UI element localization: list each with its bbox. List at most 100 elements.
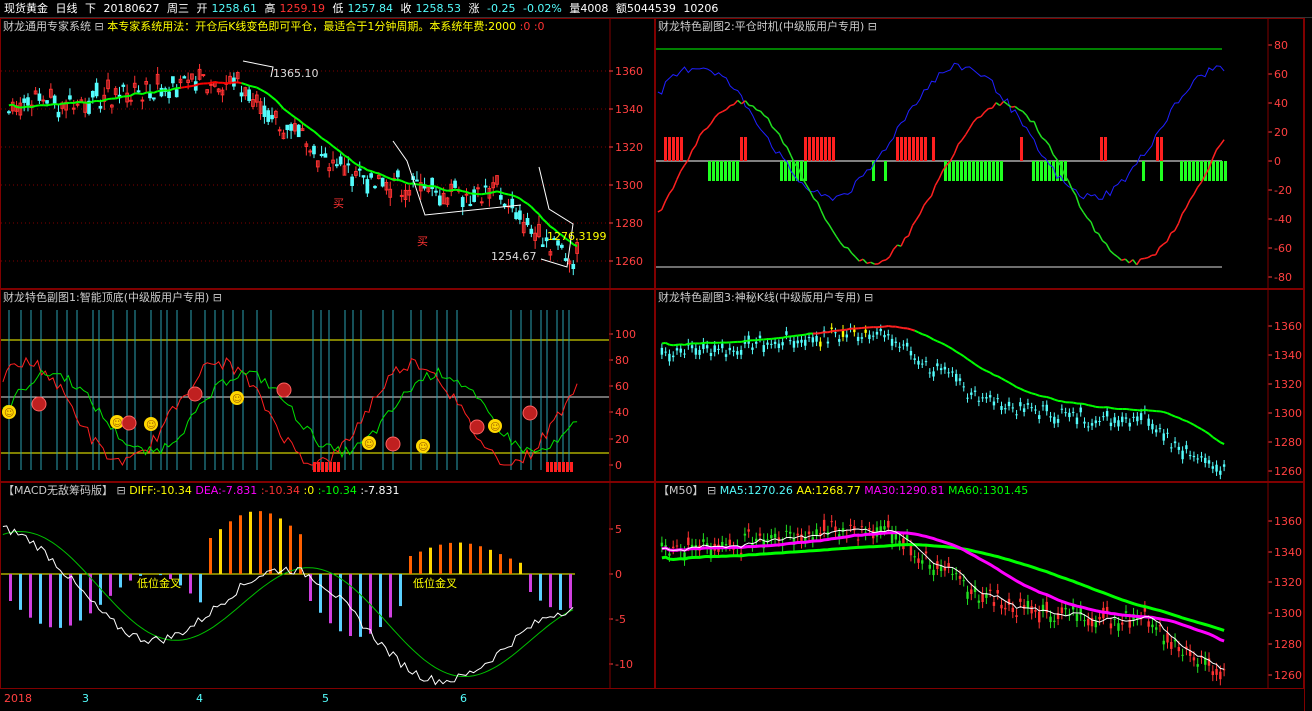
sub2-green-bar bbox=[732, 161, 735, 181]
sub2-signal-line bbox=[718, 110, 723, 115]
sub2-red-bar bbox=[824, 137, 827, 161]
sub3-candle bbox=[1000, 406, 1003, 410]
ma-ytick-1: 1340 bbox=[1274, 546, 1302, 559]
sub2-red-bar bbox=[820, 137, 823, 161]
low-price-annotation: 1254.67 bbox=[491, 250, 537, 263]
sub2-signal-line bbox=[1136, 258, 1142, 266]
sub3-candle bbox=[913, 358, 916, 360]
sub3-candle bbox=[992, 401, 996, 406]
sub3-trend-line bbox=[1091, 404, 1097, 408]
sub-chart-3-panel[interactable]: 财龙特色副图3:神秘K线(中级版用户专用) ⊟ 1360 1340 1320 1300… bbox=[655, 289, 1304, 482]
period-label[interactable]: 日线 bbox=[56, 2, 78, 15]
main-trend-line bbox=[370, 170, 376, 174]
time-axis-label: 3 bbox=[82, 692, 89, 705]
sub3-candle bbox=[1121, 416, 1124, 423]
ma-candle bbox=[966, 591, 969, 599]
sub3-candle bbox=[981, 397, 984, 399]
sub3-trend-line bbox=[1125, 407, 1130, 411]
main-candle bbox=[182, 76, 187, 79]
sub2-red-bar bbox=[916, 137, 919, 161]
sub3-candle bbox=[1053, 416, 1056, 424]
main-trend-line bbox=[92, 99, 97, 103]
sub2-signal-line bbox=[930, 185, 937, 197]
main-candle bbox=[285, 124, 290, 131]
main-trend-line bbox=[119, 95, 124, 99]
sub3-candle bbox=[811, 337, 815, 343]
sub1-bottom-bar bbox=[313, 462, 316, 472]
macd-histogram-bar bbox=[319, 574, 322, 613]
main-candle bbox=[277, 129, 282, 132]
sub3-candle bbox=[777, 343, 781, 348]
sub3-candle bbox=[1128, 422, 1131, 427]
main-candlestick-chart[interactable]: 1360 1340 1320 1300 1280 1260 bbox=[1, 19, 655, 289]
ma-candlestick-chart[interactable]: 1360 1340 1320 1300 1280 1260 bbox=[656, 483, 1304, 689]
main-trend-line bbox=[184, 85, 189, 89]
sub2-ytick-4: 0 bbox=[1274, 155, 1281, 168]
main-trend-line bbox=[336, 148, 342, 153]
sub3-mystery-kline-chart[interactable]: 1360 1340 1320 1300 1280 1260 bbox=[656, 290, 1304, 482]
sub2-signal-line bbox=[919, 205, 925, 215]
sub2-signal-line bbox=[722, 108, 727, 113]
main-trend-line bbox=[58, 102, 63, 106]
sub-chart-1-panel[interactable]: 财龙特色副图1:智能顶底(中级版用户专用) ⊟ 100 80 60 40 20 0 ☺ ☺ ☺ ☺… bbox=[0, 289, 655, 482]
sub3-candle bbox=[1045, 404, 1048, 412]
sub3-trend-line bbox=[1178, 416, 1184, 421]
sub3-candle bbox=[1185, 445, 1188, 450]
ma-panel[interactable]: 【M50】 ⊟ MA5:1270.26 AA:1268.77 MA30:1290… bbox=[655, 482, 1304, 689]
sub2-ytick-0: 80 bbox=[1274, 39, 1288, 52]
ma-candle bbox=[1219, 671, 1222, 680]
sub3-candle bbox=[894, 341, 898, 343]
main-candle bbox=[209, 83, 213, 86]
sub3-candle bbox=[762, 345, 765, 352]
main-trend-line bbox=[324, 139, 330, 144]
main-candle bbox=[171, 76, 175, 84]
sub3-candle bbox=[853, 329, 856, 333]
macd-dea-line bbox=[2, 530, 574, 677]
sub2-signal-line bbox=[832, 230, 838, 238]
sub3-trend-line bbox=[1167, 412, 1172, 416]
ma5-line bbox=[661, 528, 1225, 670]
main-trend-line bbox=[8, 103, 13, 107]
sub3-candle bbox=[921, 363, 924, 365]
sub2-signal-line bbox=[687, 150, 693, 160]
sub1-top-bottom-chart[interactable]: 100 80 60 40 20 0 ☺ ☺ ☺ ☺ ☺ ☺ ☺ bbox=[1, 290, 655, 482]
ma-candle bbox=[970, 589, 973, 595]
macd-panel[interactable]: 【MACD无敌筹码版】 ⊟ DIFF:-10.34 DEA:-7.831 :-1… bbox=[0, 482, 655, 689]
sub2-red-bar bbox=[1104, 137, 1107, 161]
sub1-ytick-0: 100 bbox=[615, 328, 636, 341]
main-candle bbox=[136, 90, 141, 93]
sub2-green-bar bbox=[964, 161, 967, 181]
sub2-signal-line bbox=[813, 197, 819, 203]
sub3-candle bbox=[679, 348, 682, 353]
main-candle bbox=[502, 203, 507, 207]
main-chart-panel[interactable]: 财龙通用专家系统 ⊟ 本专家系统用法：开仓后K线变色即可平仓，最适合于1分钟周期… bbox=[0, 18, 655, 289]
ma-candle bbox=[1147, 621, 1150, 627]
main-candle bbox=[167, 91, 171, 98]
sub3-candle bbox=[955, 373, 958, 382]
sub3-candle bbox=[1170, 447, 1173, 449]
main-trend-line bbox=[245, 83, 250, 87]
sub3-candle bbox=[770, 343, 773, 345]
sub3-trend-line bbox=[895, 325, 900, 329]
sub3-candle bbox=[1166, 432, 1169, 434]
macd-histogram-bar bbox=[129, 574, 132, 581]
sub2-signal-line bbox=[775, 129, 781, 135]
sub2-signal-line bbox=[923, 199, 929, 206]
macd-histogram-bar bbox=[229, 521, 232, 574]
main-trend-line bbox=[31, 104, 36, 109]
sub2-close-timing-chart[interactable]: 80 60 40 20 0 -20 -40 -60 -80 bbox=[656, 19, 1304, 289]
main-trend-line bbox=[195, 82, 200, 87]
right-scroll-strip[interactable] bbox=[1304, 18, 1312, 711]
macd-chart[interactable]: 5 0 -5 -10 bbox=[1, 483, 655, 689]
sub-chart-2-panel[interactable]: 财龙特色副图2:平仓时机(中级版用户专用) ⊟ 80 60 40 20 0 -20 -40-… bbox=[655, 18, 1304, 289]
sub3-trend-line bbox=[970, 360, 976, 366]
macd-histogram-bar bbox=[499, 554, 502, 574]
sub2-red-bar bbox=[676, 137, 679, 161]
sub2-ytick-5: -20 bbox=[1274, 184, 1292, 197]
sub2-signal-line bbox=[897, 244, 902, 247]
smile-face-icon: ☺ bbox=[4, 408, 14, 419]
sub2-green-bar bbox=[780, 161, 783, 181]
main-trend-line bbox=[526, 202, 532, 208]
sub3-trend-line bbox=[888, 324, 893, 328]
sub3-trend-line bbox=[1023, 389, 1029, 393]
